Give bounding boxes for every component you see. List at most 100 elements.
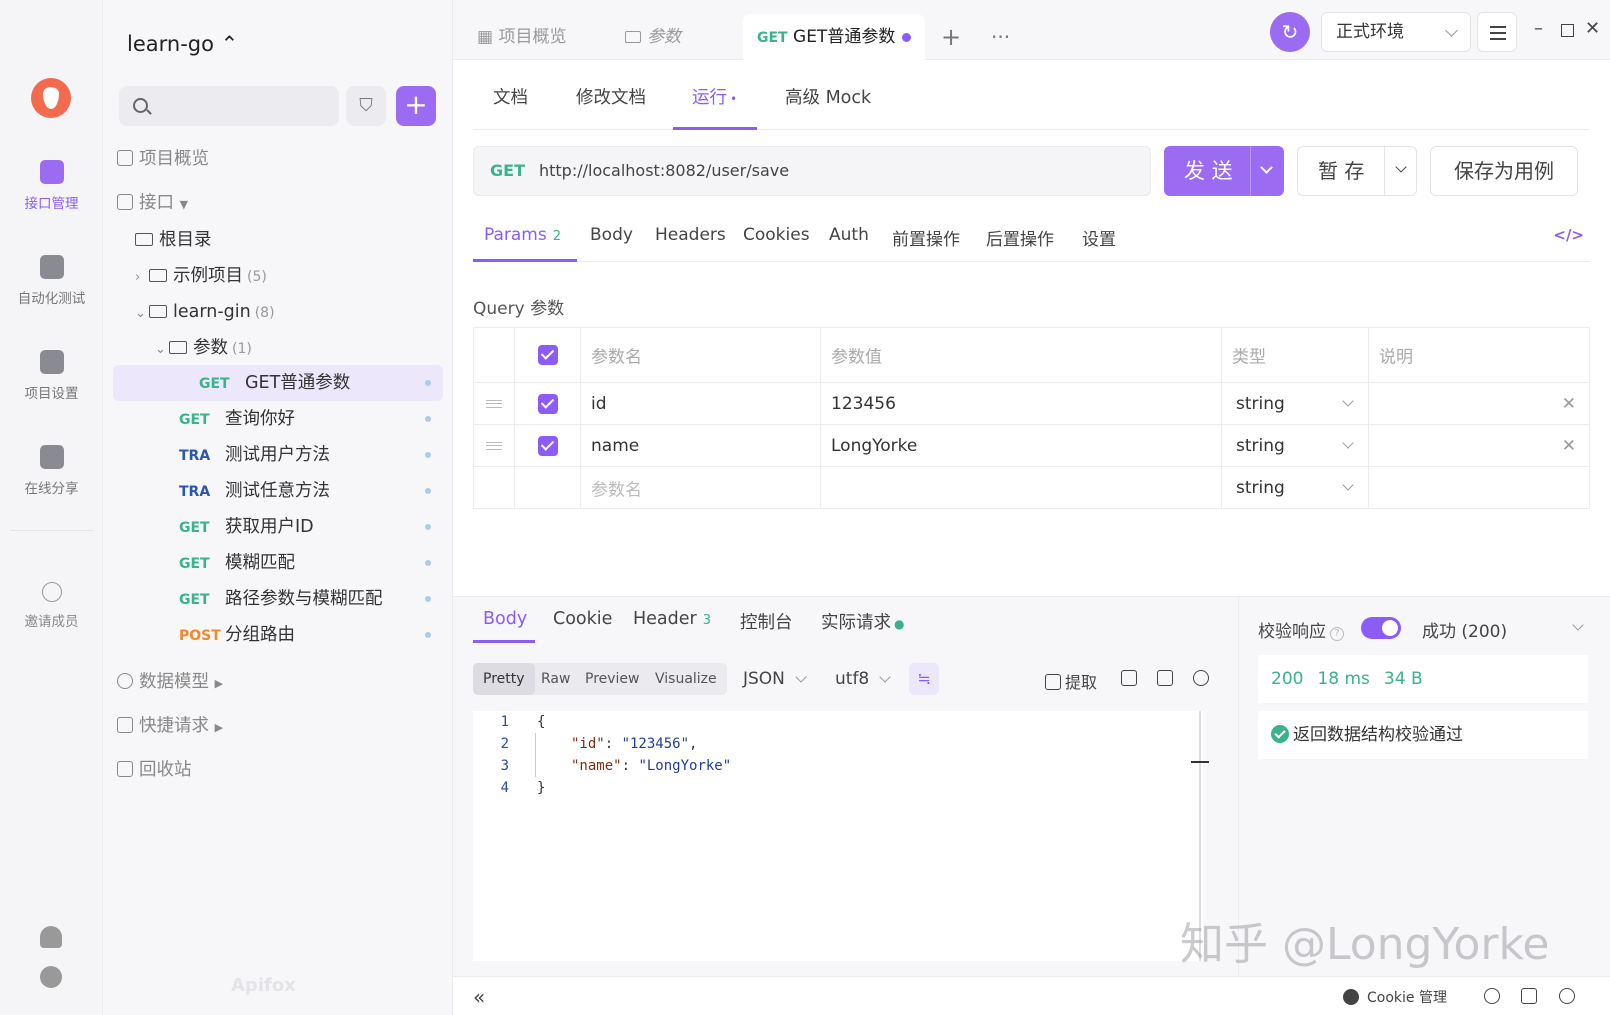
- subtab-run[interactable]: 运行 •: [692, 84, 737, 109]
- send-button[interactable]: 发 送: [1164, 146, 1284, 196]
- rail-item-invite-member[interactable]: 邀请成员: [0, 582, 103, 630]
- rail-item-online-share[interactable]: 在线分享: [0, 445, 103, 497]
- param-value-field[interactable]: 123456: [820, 383, 1221, 424]
- fmt-raw[interactable]: Raw: [531, 663, 580, 695]
- tree-api-item[interactable]: TRA 测试用户方法: [113, 437, 443, 473]
- tree-folder-params[interactable]: ⌄ 参数 (1): [155, 330, 485, 366]
- tree-folder-examples[interactable]: › 示例项目 (5): [135, 258, 465, 294]
- subtab-doc[interactable]: 文档: [493, 84, 528, 109]
- help-circle-icon[interactable]: [1559, 988, 1575, 1004]
- tab-params-folder[interactable]: 参数: [625, 14, 681, 60]
- new-param-name-field[interactable]: 参数名: [580, 467, 820, 508]
- download-button[interactable]: [1121, 669, 1141, 688]
- new-param-desc-field[interactable]: [1368, 467, 1590, 508]
- rail-item-api-management[interactable]: 接口管理: [0, 160, 103, 212]
- save-as-case-button[interactable]: 保存为用例: [1430, 146, 1578, 196]
- method-select[interactable]: GET: [490, 161, 525, 180]
- collapse-sidebar-icon[interactable]: «: [473, 985, 485, 1009]
- tree-quick-request[interactable]: 快捷请求 ▶: [117, 708, 447, 744]
- tree-root-folder[interactable]: 根目录: [135, 222, 465, 258]
- rail-item-automation-test[interactable]: 自动化测试: [0, 255, 103, 307]
- tab-overview[interactable]: ▦ 项目概览: [477, 14, 566, 60]
- tree-folder-learn-gin[interactable]: ⌄ learn-gin (8): [135, 294, 465, 330]
- new-param-value-field[interactable]: [820, 467, 1221, 508]
- param-desc-field[interactable]: ✕: [1368, 383, 1590, 424]
- tree-api-item[interactable]: GET 模糊匹配: [113, 545, 443, 581]
- url-input[interactable]: GET http://localhost:8082/user/save: [473, 146, 1151, 196]
- param-type-select[interactable]: string: [1221, 425, 1368, 466]
- tree-api-item[interactable]: TRA 测试任意方法: [113, 473, 443, 509]
- more-tabs-button[interactable]: ···: [991, 14, 1010, 60]
- rtab-console[interactable]: 控制台: [740, 609, 793, 634]
- lang-select[interactable]: JSON: [743, 663, 807, 695]
- encoding-select[interactable]: utf8: [835, 663, 891, 695]
- ptab-post-ops[interactable]: 后置操作: [986, 225, 1054, 250]
- rtab-cookie[interactable]: Cookie: [553, 609, 612, 629]
- save-draft-button[interactable]: 暂 存: [1297, 146, 1417, 196]
- upload-icon[interactable]: [1484, 988, 1500, 1004]
- rtab-actual-request[interactable]: 实际请求 ●: [821, 609, 904, 634]
- tree-trash[interactable]: 回收站: [117, 752, 447, 788]
- cookie-manager-button[interactable]: Cookie 管理: [1343, 987, 1447, 1007]
- tree-data-model[interactable]: 数据模型 ▶: [117, 664, 447, 700]
- fmt-pretty[interactable]: Pretty: [473, 663, 535, 695]
- tree-api-item[interactable]: GET GET普通参数: [113, 365, 443, 401]
- ptab-cookies[interactable]: Cookies: [743, 225, 810, 245]
- tree-overview[interactable]: 项目概览: [117, 141, 447, 177]
- project-switcher[interactable]: learn-go ⌃: [127, 32, 238, 56]
- drag-handle-icon[interactable]: [486, 441, 502, 450]
- tree-api-item[interactable]: GET 查询你好: [113, 401, 443, 437]
- chevron-down-icon[interactable]: [1395, 161, 1407, 173]
- tree-api-section[interactable]: 接口 ▼: [117, 185, 447, 221]
- environment-select[interactable]: 正式环境: [1321, 12, 1471, 52]
- subtab-edit-doc[interactable]: 修改文档: [576, 84, 646, 109]
- tree-search-input[interactable]: [119, 86, 339, 126]
- help-icon[interactable]: ?: [1330, 627, 1344, 641]
- verify-result-select[interactable]: 成功 (200): [1422, 617, 1507, 642]
- ptab-body[interactable]: Body: [590, 225, 633, 245]
- tab-active-api[interactable]: GET GET普通参数: [743, 14, 925, 60]
- minimize-icon[interactable]: –: [1534, 20, 1548, 38]
- param-value-field[interactable]: LongYorke: [820, 425, 1221, 466]
- close-icon[interactable]: ✕: [1585, 20, 1600, 38]
- param-type-select[interactable]: string: [1221, 383, 1368, 424]
- param-name-field[interactable]: id: [580, 383, 820, 424]
- row-checkbox[interactable]: [538, 393, 558, 414]
- subtab-mock[interactable]: 高级 Mock: [785, 84, 871, 109]
- response-code-viewer[interactable]: 1 { 2 "id": "123456", 3 "name": "LongYorke"…: [473, 711, 1203, 961]
- tree-api-item[interactable]: POST 分组路由: [113, 617, 443, 653]
- fmt-preview[interactable]: Preview: [575, 663, 650, 695]
- wrap-lines-button[interactable]: ≒: [909, 663, 939, 695]
- copy-button[interactable]: [1157, 669, 1177, 688]
- rail-item-project-settings[interactable]: 项目设置: [0, 350, 103, 402]
- rtab-header[interactable]: Header 3: [633, 609, 711, 629]
- chevron-down-icon[interactable]: [1572, 619, 1584, 631]
- bell-icon[interactable]: [40, 926, 62, 948]
- row-checkbox[interactable]: [538, 435, 558, 456]
- delete-row-icon[interactable]: ✕: [1562, 436, 1576, 456]
- param-type-select[interactable]: string: [1221, 467, 1368, 508]
- verify-toggle[interactable]: [1361, 617, 1401, 639]
- tree-api-item[interactable]: GET 路径参数与模糊匹配: [113, 581, 443, 617]
- chevron-down-icon[interactable]: [1260, 161, 1273, 174]
- search-button[interactable]: [1193, 669, 1213, 688]
- tree-api-item[interactable]: GET 获取用户ID: [113, 509, 443, 545]
- add-button[interactable]: +: [396, 86, 436, 126]
- extract-button[interactable]: 提取: [1045, 669, 1097, 693]
- fmt-visualize[interactable]: Visualize: [645, 663, 727, 695]
- code-icon[interactable]: </>: [1553, 226, 1584, 244]
- ptab-pre-ops[interactable]: 前置操作: [892, 225, 960, 250]
- param-name-field[interactable]: name: [580, 425, 820, 466]
- ptab-params[interactable]: Params 2: [484, 225, 561, 245]
- maximize-icon[interactable]: [1561, 24, 1574, 37]
- ptab-auth[interactable]: Auth: [829, 225, 869, 245]
- sync-button[interactable]: ↻: [1270, 12, 1310, 52]
- ptab-settings[interactable]: 设置: [1082, 225, 1116, 250]
- drag-handle-icon[interactable]: [486, 399, 502, 408]
- param-desc-field[interactable]: ✕: [1368, 425, 1590, 466]
- rtab-body[interactable]: Body: [483, 609, 527, 629]
- env-menu-button[interactable]: [1477, 12, 1517, 52]
- shirt-icon[interactable]: [1521, 988, 1537, 1004]
- new-tab-button[interactable]: +: [941, 14, 961, 60]
- delete-row-icon[interactable]: ✕: [1562, 394, 1576, 414]
